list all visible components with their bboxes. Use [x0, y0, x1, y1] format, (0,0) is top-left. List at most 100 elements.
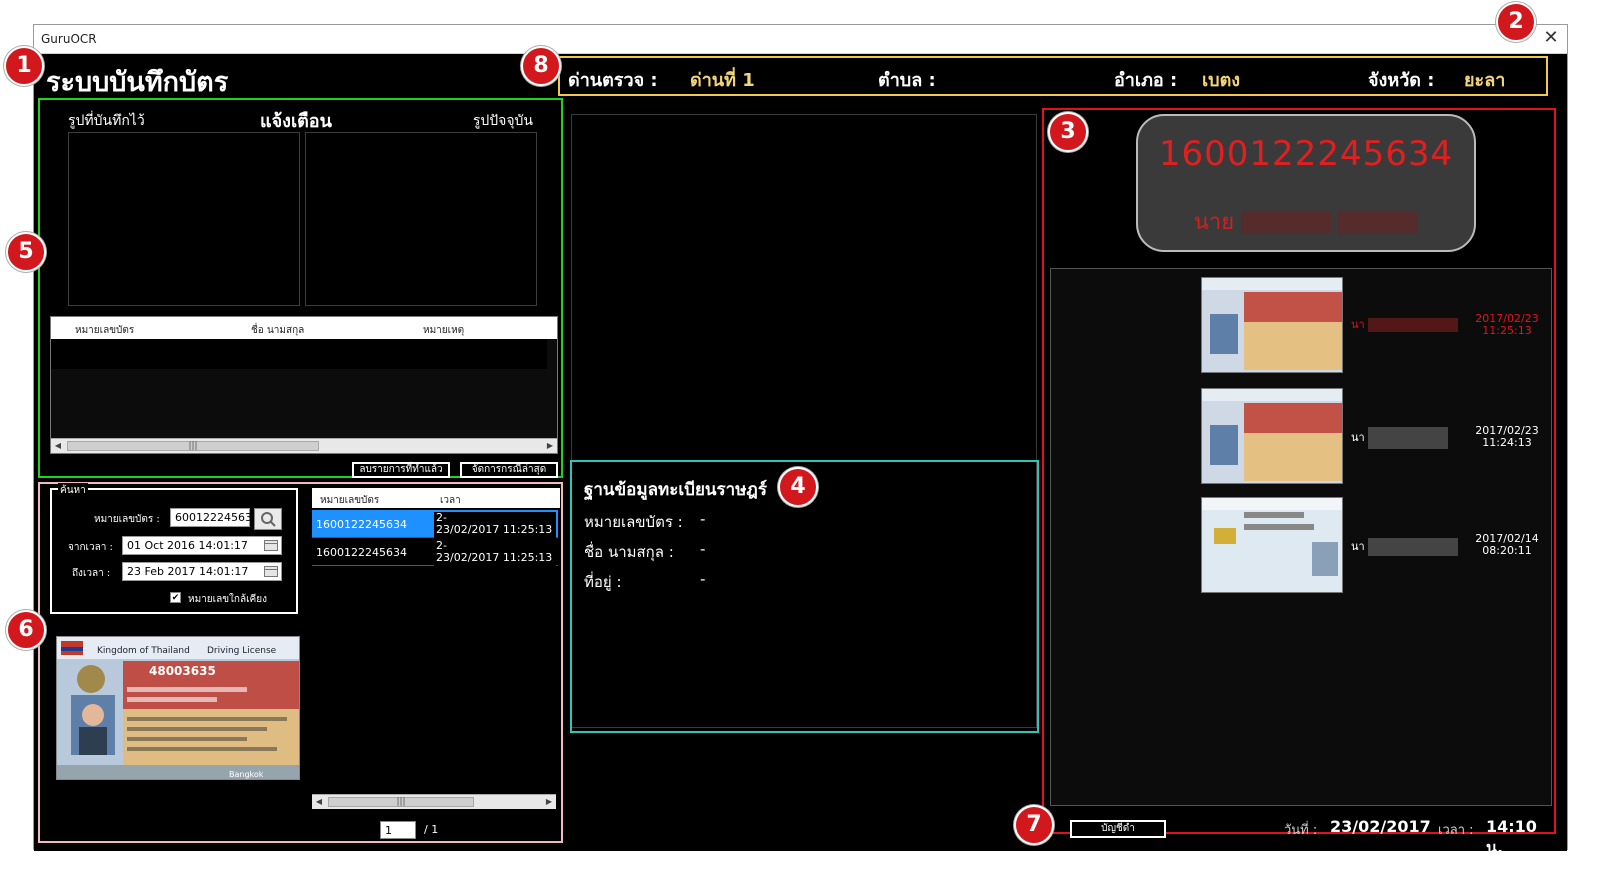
- scroll-left-icon[interactable]: ◀: [51, 439, 65, 453]
- time-value: 14:10 น.: [1486, 817, 1537, 857]
- checkpoint-label: ด่านตรวจ :: [568, 70, 658, 91]
- similar-number-label: หมายเลขใกล้เคียง: [188, 594, 267, 605]
- marker-2: 2: [1496, 2, 1536, 42]
- current-image-label: รูปปัจจุบัน: [472, 113, 533, 129]
- registry-card-value: -: [700, 510, 706, 528]
- scroll-thumb[interactable]: |||: [67, 441, 319, 451]
- history-card-image[interactable]: [1201, 497, 1343, 593]
- history-name: นา: [1351, 427, 1449, 449]
- province-value: ยะลา: [1464, 70, 1506, 91]
- blurred-name: [1368, 427, 1449, 449]
- current-image-box: [305, 132, 537, 306]
- calendar-icon[interactable]: [264, 540, 278, 551]
- subdistrict-label: ตำบล :: [878, 70, 936, 91]
- results-scrollbar[interactable]: ◀ ||| ▶: [312, 794, 556, 809]
- scroll-right-icon[interactable]: ▶: [543, 439, 557, 453]
- history-name-prefix: นา: [1351, 540, 1365, 553]
- alert-table-scrollbar[interactable]: ◀ ||| ▶: [51, 438, 557, 453]
- history-card-image[interactable]: [1201, 277, 1343, 373]
- results-header: หมายเลขบัตร เวลา: [312, 488, 560, 508]
- row-time-line2: 23/02/2017 11:25:13: [436, 523, 553, 536]
- registry-card-label: หมายเลขบัตร :: [584, 513, 683, 531]
- card-type-text: Driving License: [207, 646, 277, 656]
- marker-7: 7: [1014, 805, 1054, 845]
- card-number-text: 48003635: [149, 664, 216, 678]
- alert-col-card[interactable]: หมายเลขบัตร: [75, 323, 134, 338]
- history-name: นา: [1351, 315, 1459, 333]
- search-button[interactable]: [254, 508, 282, 530]
- main-content: ระบบบันทึกบัตร ด่านตรวจ : ด่านที่ 1 ตำบล…: [34, 54, 1567, 857]
- page-input[interactable]: 1: [380, 821, 416, 839]
- table-row[interactable]: 1600122245634 2- 23/02/2017 11:25:13: [312, 538, 558, 566]
- registry-name-value: -: [700, 540, 706, 558]
- checkpoint-info-bar: ด่านตรวจ : ด่านที่ 1 ตำบล : อำเภอ : เบตง…: [558, 56, 1548, 96]
- manage-latest-button[interactable]: จัดการกรณีล่าสุด: [460, 462, 558, 478]
- search-results-table[interactable]: หมายเลขบัตร เวลา 1600122245634 2- 23/02/2…: [312, 488, 560, 568]
- app-window: GuruOCR ✕ ระบบบันทึกบัตร ด่านตรวจ : ด่าน…: [33, 24, 1568, 857]
- history-name-prefix: นา: [1351, 431, 1365, 444]
- row-card: 1600122245634: [316, 546, 407, 559]
- registry-title: ฐานข้อมูลทะเบียนราษฎร์: [584, 480, 767, 500]
- marker-1: 1: [4, 46, 44, 86]
- scroll-thumb[interactable]: |||: [328, 797, 474, 807]
- history-timestamp: 2017/02/23 11:24:13: [1467, 425, 1547, 449]
- date-label: วันที่ :: [1284, 823, 1318, 838]
- search-legend: ค้นหา: [58, 483, 88, 498]
- history-timestamp: 2017/02/14 08:20:11: [1467, 533, 1547, 557]
- row-card: 1600122245634: [316, 518, 407, 531]
- detected-name: นาย: [1138, 204, 1474, 239]
- date-value: 23/02/2017: [1330, 817, 1431, 836]
- scroll-right-icon[interactable]: ▶: [542, 795, 556, 809]
- card-footer-text: Bangkok: [229, 770, 264, 779]
- alert-table[interactable]: หมายเลขบัตร ชื่อ นามสกุล หมายเหตุ ◀ ||| …: [50, 316, 558, 454]
- close-icon[interactable]: ✕: [1541, 27, 1561, 49]
- search-form: ค้นหา หมายเลขบัตร : 600122245634 จากเวลา…: [50, 483, 298, 614]
- alert-col-note[interactable]: หมายเหตุ: [423, 323, 464, 338]
- card-number-label: หมายเลขบัตร :: [94, 514, 160, 525]
- marker-6: 6: [6, 610, 46, 650]
- history-name: นา: [1351, 537, 1459, 556]
- marker-8: 8: [521, 46, 561, 86]
- registry-address-label: ที่อยู่ :: [584, 573, 622, 591]
- table-row[interactable]: 1600122245634 2- 23/02/2017 11:25:13: [312, 510, 558, 538]
- detected-name-prefix: นาย: [1193, 210, 1235, 235]
- scroll-left-icon[interactable]: ◀: [312, 795, 326, 809]
- to-time-input[interactable]: 23 Feb 2017 14:01:17: [122, 562, 282, 581]
- alert-panel: รูปที่บันทึกไว้ แจ้งเตือน รูปปัจจุบัน หม…: [38, 98, 563, 478]
- driving-license-illustration: Kingdom of Thailand Driving License 4800…: [57, 637, 299, 779]
- magnifier-icon: [261, 512, 276, 527]
- marker-4: 4: [778, 467, 818, 507]
- detection-panel: 1600122245634 นาย นา 2017/02/23 11:25:13…: [1042, 108, 1556, 834]
- marker-3: 3: [1048, 112, 1088, 152]
- results-col-time[interactable]: เวลา: [440, 493, 461, 508]
- results-col-card[interactable]: หมายเลขบัตร: [320, 493, 379, 508]
- to-time-label: ถึงเวลา :: [72, 568, 111, 579]
- blacklist-button[interactable]: บัญชีดำ: [1070, 820, 1166, 838]
- blurred-name: [1368, 318, 1459, 332]
- history-time: 11:24:13: [1482, 436, 1532, 449]
- to-time-value: 23 Feb 2017 14:01:17: [127, 565, 249, 578]
- alert-col-name[interactable]: ชื่อ นามสกุล: [251, 323, 304, 338]
- page-total: / 1: [424, 823, 439, 836]
- blurred-first-name: [1241, 212, 1332, 234]
- card-number-input[interactable]: 600122245634: [170, 508, 259, 527]
- calendar-icon[interactable]: [264, 566, 278, 577]
- clear-done-button[interactable]: ลบรายการที่ทำแล้ว: [352, 462, 450, 478]
- similar-number-checkbox[interactable]: ✔: [170, 592, 181, 603]
- marker-5: 5: [6, 232, 46, 272]
- district-value: เบตง: [1202, 70, 1241, 91]
- app-title: ระบบบันทึกบัตร: [46, 67, 229, 98]
- blurred-last-name: [1338, 212, 1419, 234]
- checkpoint-value: ด่านที่ 1: [690, 70, 755, 91]
- history-card-image[interactable]: [1201, 388, 1343, 484]
- history-list[interactable]: นา 2017/02/23 11:25:13 นา 2017/02/23 11:…: [1050, 268, 1552, 806]
- row-time: 2- 23/02/2017 11:25:13: [434, 540, 556, 566]
- search-panel: ค้นหา หมายเลขบัตร : 600122245634 จากเวลา…: [38, 482, 563, 843]
- district-label: อำเภอ :: [1114, 70, 1178, 91]
- from-time-input[interactable]: 01 Oct 2016 14:01:17: [122, 536, 282, 555]
- screenshot-canvas: 1 2 GuruOCR ✕ ระบบบันทึกบัตร ด่านตรวจ : …: [0, 0, 1623, 879]
- status-bar: บัญชีดำ วันที่ : 23/02/2017 เวลา : 14:10…: [1054, 814, 1554, 857]
- row-time: 2- 23/02/2017 11:25:13: [434, 512, 556, 538]
- license-card-image: Kingdom of Thailand Driving License 4800…: [56, 636, 300, 780]
- from-time-value: 01 Oct 2016 14:01:17: [127, 539, 248, 552]
